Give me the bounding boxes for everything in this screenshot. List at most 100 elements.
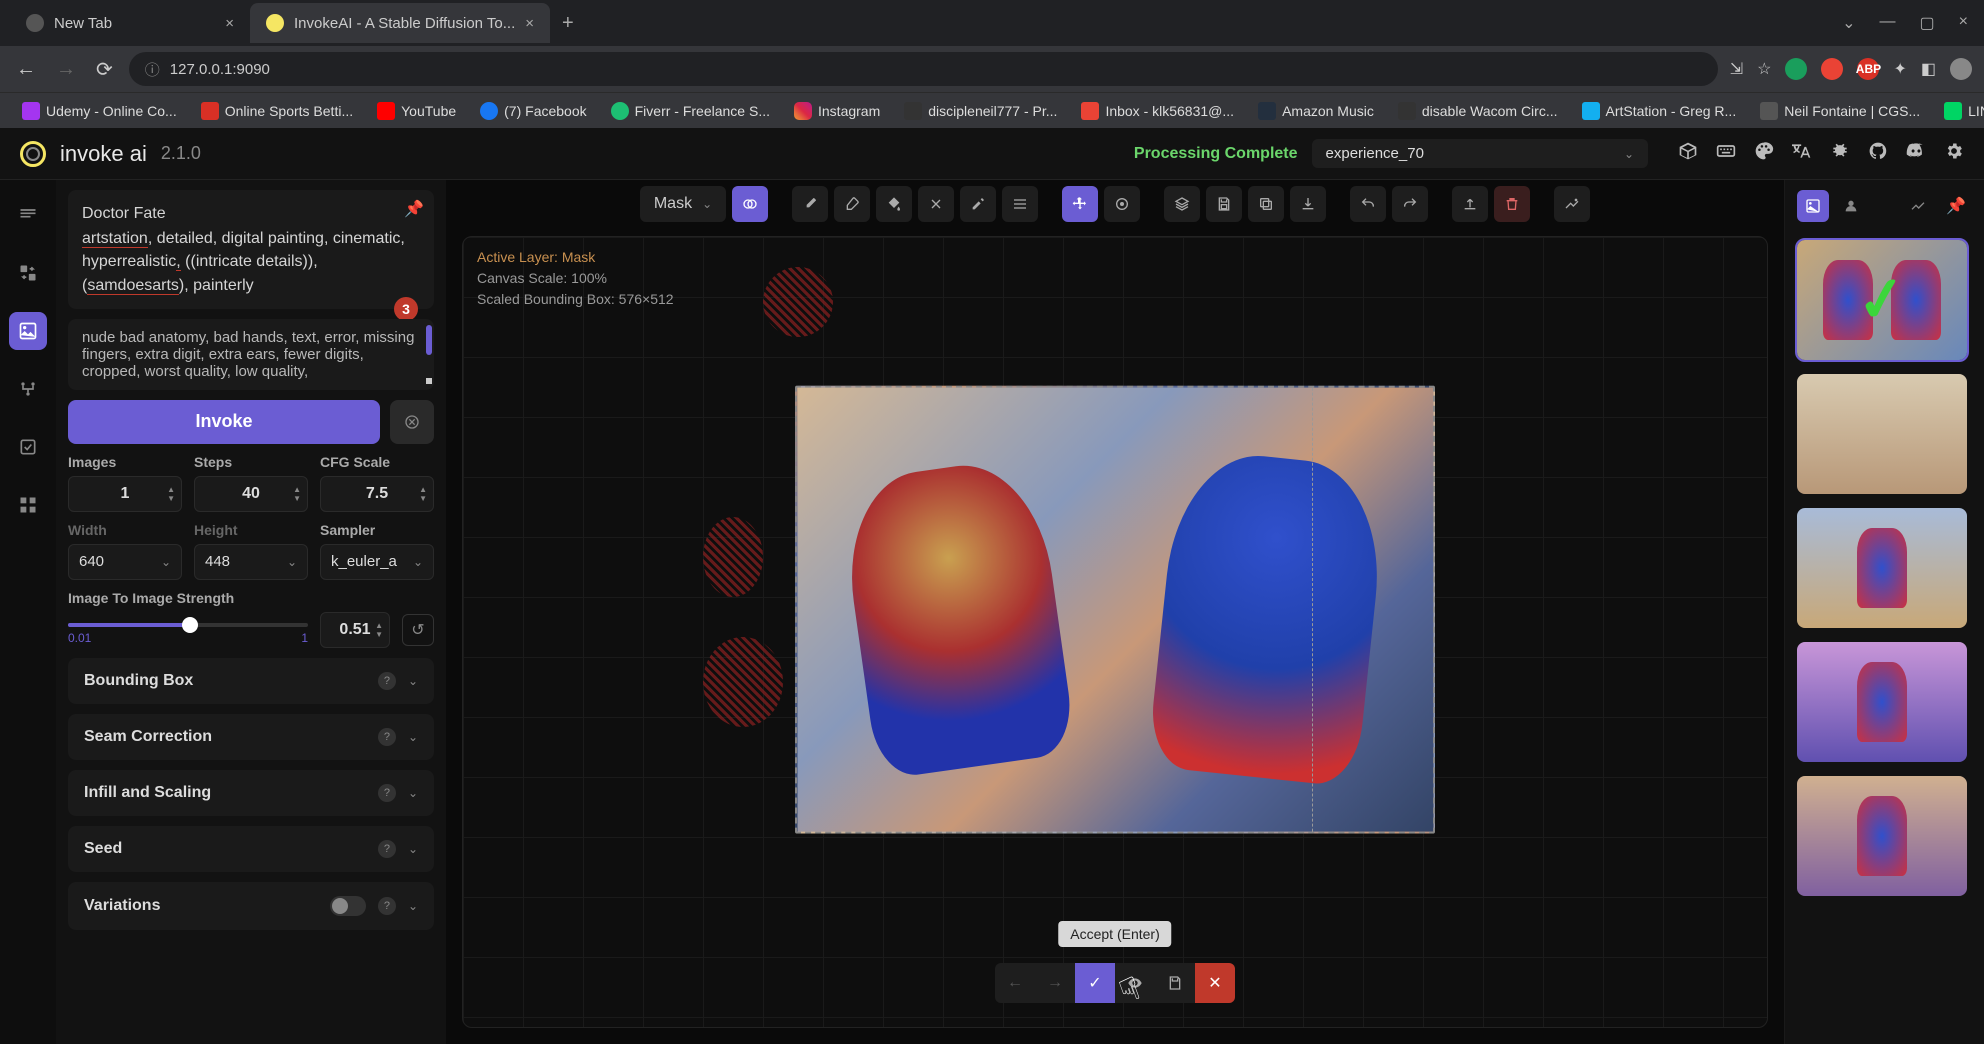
brush-settings-button[interactable]	[1002, 186, 1038, 222]
download-canvas-button[interactable]	[1290, 186, 1326, 222]
gallery-thumbnail[interactable]	[1797, 642, 1967, 762]
fit-view-button[interactable]	[1104, 186, 1140, 222]
cancel-button[interactable]	[390, 400, 434, 444]
stage-prev-button[interactable]: ←	[995, 963, 1035, 1003]
clear-canvas-button[interactable]	[1494, 186, 1530, 222]
stage-discard-button[interactable]: ✕	[1195, 963, 1235, 1003]
new-tab-button[interactable]: +	[550, 12, 586, 35]
palette-icon[interactable]	[1754, 141, 1774, 166]
minimize-icon[interactable]: —	[1880, 13, 1896, 33]
stage-next-button[interactable]: →	[1035, 963, 1075, 1003]
bookmark-item[interactable]: Online Sports Betti...	[191, 98, 363, 124]
sampler-select[interactable]: k_euler_a⌄	[320, 544, 434, 580]
stepper-icon[interactable]: ▲▼	[167, 485, 175, 503]
stage-show-button[interactable]	[1115, 963, 1155, 1003]
bookmark-item[interactable]: Amazon Music	[1248, 98, 1384, 124]
accordion-variations[interactable]: Variations?⌄	[68, 882, 434, 930]
prompt-input[interactable]: 📌 Doctor Fate artstation, detailed, digi…	[68, 190, 434, 309]
nav-img2img-icon[interactable]	[9, 254, 47, 292]
pin-icon[interactable]: 📌	[404, 198, 424, 221]
stage-save-button[interactable]	[1155, 963, 1195, 1003]
help-icon[interactable]: ?	[378, 728, 396, 746]
settings-icon[interactable]	[1944, 141, 1964, 166]
invoke-button[interactable]: Invoke	[68, 400, 380, 444]
nav-training-icon[interactable]	[9, 486, 47, 524]
reset-strength-button[interactable]: ↺	[402, 614, 434, 646]
bookmark-item[interactable]: disable Wacom Circ...	[1388, 98, 1568, 124]
upload-button[interactable]	[1452, 186, 1488, 222]
accordion-seed[interactable]: Seed?⌄	[68, 826, 434, 872]
cube-icon[interactable]	[1678, 141, 1698, 166]
brush-tool-button[interactable]	[792, 186, 828, 222]
negative-prompt-input[interactable]: nude bad anatomy, bad hands, text, error…	[68, 319, 434, 390]
nav-txt2img-icon[interactable]	[9, 196, 47, 234]
strength-input[interactable]: 0.51▲▼	[320, 612, 390, 648]
strength-slider[interactable]	[68, 615, 308, 635]
keyboard-icon[interactable]	[1716, 141, 1736, 166]
extension-icon[interactable]	[1785, 58, 1807, 80]
bounding-box-edge[interactable]	[1312, 388, 1313, 832]
color-picker-button[interactable]	[960, 186, 996, 222]
mask-options-button[interactable]	[732, 186, 768, 222]
bookmark-item[interactable]: Neil Fontaine | CGS...	[1750, 98, 1930, 124]
gallery-thumbnail[interactable]	[1797, 508, 1967, 628]
nav-canvas-icon[interactable]	[9, 312, 47, 350]
gallery-thumbnail[interactable]	[1797, 776, 1967, 896]
help-icon[interactable]: ?	[378, 784, 396, 802]
stepper-icon[interactable]: ▲▼	[419, 485, 427, 503]
chevron-down-icon[interactable]: ⌄	[1842, 13, 1855, 33]
save-canvas-button[interactable]	[1206, 186, 1242, 222]
gallery-thumbnail[interactable]: ✓	[1797, 240, 1967, 360]
merge-layers-button[interactable]	[1164, 186, 1200, 222]
bookmark-item[interactable]: discipleneil777 - Pr...	[894, 98, 1067, 124]
stage-accept-button[interactable]: ✓	[1075, 963, 1115, 1003]
close-icon[interactable]: ×	[225, 15, 234, 32]
bug-icon[interactable]	[1830, 141, 1850, 166]
gallery-thumbnail[interactable]	[1797, 374, 1967, 494]
extension-icon[interactable]: ABP	[1857, 58, 1879, 80]
install-icon[interactable]: ⇲	[1730, 59, 1743, 79]
eraser-tool-button[interactable]	[834, 186, 870, 222]
bookmark-item[interactable]: Instagram	[784, 98, 890, 124]
gallery-tab-user[interactable]	[1835, 190, 1867, 222]
language-icon[interactable]	[1792, 141, 1812, 166]
bookmark-star-icon[interactable]: ☆	[1757, 59, 1771, 79]
gallery-pin-button[interactable]: 📌	[1940, 190, 1972, 222]
canvas-image[interactable]	[795, 386, 1435, 834]
cfg-input[interactable]: 7.5▲▼	[320, 476, 434, 512]
reload-icon[interactable]: ⟳	[92, 53, 117, 86]
accordion-seam-correction[interactable]: Seam Correction?⌄	[68, 714, 434, 760]
accordion-infill-scaling[interactable]: Infill and Scaling?⌄	[68, 770, 434, 816]
canvas-viewport[interactable]: Active Layer: Mask Canvas Scale: 100% Sc…	[462, 236, 1768, 1028]
stepper-icon[interactable]: ▲▼	[375, 621, 383, 639]
close-icon[interactable]: ×	[525, 15, 534, 32]
accordion-bounding-box[interactable]: Bounding Box?⌄	[68, 658, 434, 704]
move-tool-button[interactable]	[1062, 186, 1098, 222]
variations-toggle[interactable]	[330, 896, 366, 916]
bookmark-item[interactable]: (7) Facebook	[470, 98, 596, 124]
undo-button[interactable]	[1350, 186, 1386, 222]
back-icon[interactable]: ←	[12, 54, 40, 85]
browser-tab[interactable]: New Tab ×	[10, 3, 250, 43]
gallery-settings-button[interactable]	[1902, 190, 1934, 222]
steps-input[interactable]: 40▲▼	[194, 476, 308, 512]
extension-icon[interactable]	[1821, 58, 1843, 80]
profile-avatar-icon[interactable]	[1950, 58, 1972, 80]
bookmark-item[interactable]: Fiverr - Freelance S...	[601, 98, 780, 124]
bookmark-item[interactable]: ArtStation - Greg R...	[1572, 98, 1747, 124]
fill-tool-button[interactable]	[876, 186, 912, 222]
help-icon[interactable]: ?	[378, 840, 396, 858]
layer-select[interactable]: Mask⌄	[640, 186, 726, 222]
copy-canvas-button[interactable]	[1248, 186, 1284, 222]
images-input[interactable]: 1▲▼	[68, 476, 182, 512]
bookmark-item[interactable]: Inbox - klk56831@...	[1071, 98, 1244, 124]
redo-button[interactable]	[1392, 186, 1428, 222]
height-select[interactable]: 448⌄	[194, 544, 308, 580]
browser-tab[interactable]: InvokeAI - A Stable Diffusion To... ×	[250, 3, 550, 43]
gallery-tab-images[interactable]	[1797, 190, 1829, 222]
bookmark-item[interactable]: LINE WEBTOON - G...	[1934, 98, 1984, 124]
nav-nodes-icon[interactable]	[9, 370, 47, 408]
help-icon[interactable]: ?	[378, 672, 396, 690]
extensions-icon[interactable]: ✦	[1893, 59, 1906, 79]
help-icon[interactable]: ?	[378, 897, 396, 915]
